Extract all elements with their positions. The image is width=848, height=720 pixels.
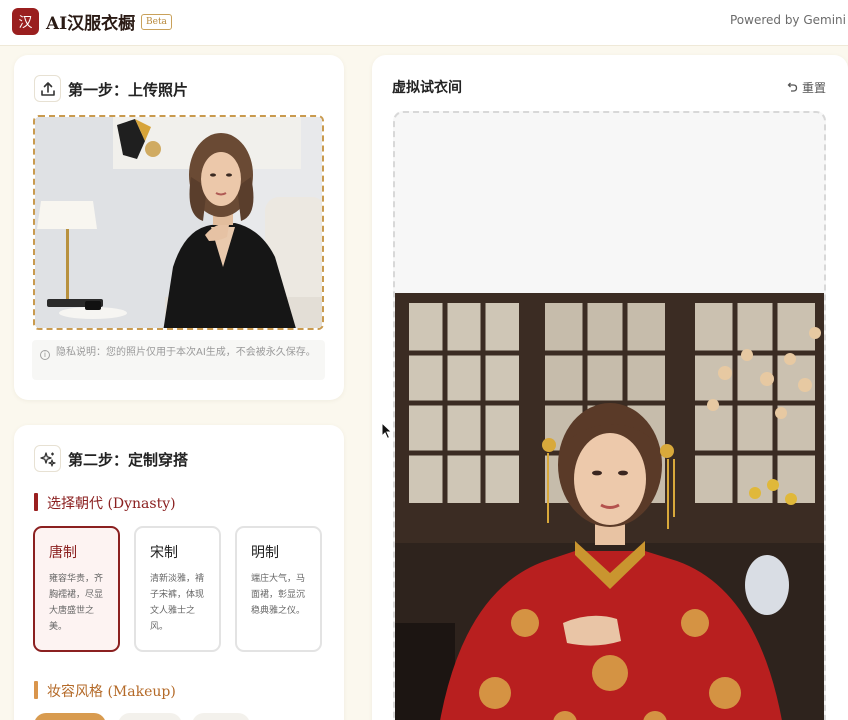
app-header: 汉 AI汉服衣橱 Beta Powered by Gemini [0,0,848,46]
fitting-room-title: 虚拟试衣间 [392,80,462,96]
result-preview [393,111,826,720]
powered-by-text: Powered by Gemini [729,13,846,27]
customize-card: 第二步：定制穿搭 选择朝代 (Dynasty) 唐制 雍容华贵，齐胸襦裙，尽显大… [14,425,344,720]
makeup-label: 妆容风格 (Makeup) [34,681,176,701]
privacy-note: i 隐私说明：您的照片仅用于本次AI生成，不会被永久保存。 [32,340,325,380]
dynasty-option-tang[interactable]: 唐制 雍容华贵，齐胸襦裙，尽显大唐盛世之美。 [33,526,120,652]
uploaded-photo-dropzone[interactable] [33,115,324,330]
fitting-room-card: 虚拟试衣间 重置 [372,55,848,720]
dynasty-desc: 端庄大气，马面裙，彰显沉稳典雅之仪。 [251,574,306,616]
dynasty-name: 唐制 [49,545,77,561]
dynasty-option-song[interactable]: 宋制 清新淡雅，褙子宋裤，体现文人雅士之风。 [134,526,221,652]
mouse-cursor-icon [381,421,393,444]
dynasty-option-ming[interactable]: 明制 端庄大气，马面裙，彰显沉稳典雅之仪。 [235,526,322,652]
reset-button[interactable]: 重置 [786,79,826,96]
dynasty-name: 宋制 [150,545,178,561]
step2-title: 第二步：定制穿搭 [68,451,189,469]
sparkle-icon [34,445,61,472]
step1-title: 第一步：上传照片 [68,81,189,99]
logo-icon: 汉 [12,8,39,35]
generated-image [395,293,824,720]
dynasty-label: 选择朝代 (Dynasty) [34,493,176,513]
dynasty-desc: 清新淡雅，褙子宋裤，体现文人雅士之风。 [150,574,205,632]
dynasty-name: 明制 [251,545,279,561]
privacy-note-text: 隐私说明：您的照片仅用于本次AI生成，不会被永久保存。 [56,347,316,358]
uploaded-photo [35,117,322,328]
upload-icon [34,75,61,102]
info-icon: i [40,350,50,360]
upload-card: 第一步：上传照片 i 隐私说明：您的照片仅用于本次AI生成，不会被永久保存。 [14,55,344,400]
dynasty-desc: 雍容华贵，齐胸襦裙，尽显大唐盛世之美。 [49,574,104,632]
reset-label: 重置 [801,81,826,95]
makeup-option[interactable] [118,713,182,720]
undo-icon [787,82,798,92]
beta-badge: Beta [141,14,172,30]
makeup-option[interactable] [34,713,106,720]
makeup-option[interactable] [192,713,250,720]
app-title: AI汉服衣橱 [46,14,136,34]
